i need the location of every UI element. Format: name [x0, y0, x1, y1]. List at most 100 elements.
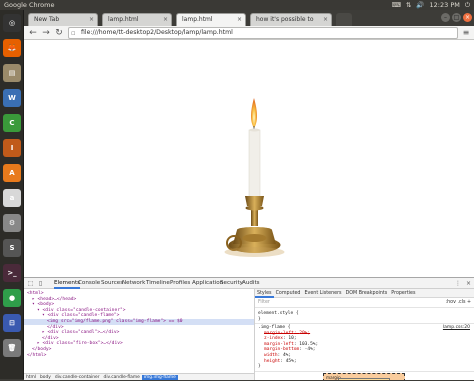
css-property-name: margin-left: [264, 330, 294, 336]
dom-tree[interactable]: <html> ▸ <head>…</head> ▾ <body> ▾ <div cla…: [24, 289, 254, 373]
close-icon[interactable]: ×: [89, 14, 94, 25]
css-property-name: height: [264, 358, 281, 364]
trash-icon[interactable]: 🗑: [3, 339, 21, 357]
system-top-bar: Google Chrome ⌨ ⇅ 🔊 12:23 PM ⏻: [0, 0, 474, 10]
tab-label: how it's possible to: [256, 16, 314, 23]
breadcrumb-item[interactable]: html: [24, 375, 38, 380]
menu-icon[interactable]: ≡: [461, 27, 471, 39]
terminal-icon[interactable]: >_: [3, 264, 21, 282]
close-icon[interactable]: ×: [237, 14, 242, 25]
keyboard-icon[interactable]: ⌨: [392, 0, 401, 10]
breadcrumb-item[interactable]: body: [38, 375, 53, 380]
styles-tab-computed[interactable]: Computed: [274, 291, 303, 296]
close-icon[interactable]: ×: [163, 14, 168, 25]
devtools-tab-timeline[interactable]: Timeline: [146, 278, 170, 289]
settings-icon[interactable]: ⚙: [3, 214, 21, 232]
software-center-icon[interactable]: A: [3, 164, 21, 182]
files-icon[interactable]: ▤: [3, 64, 21, 82]
sublime-icon[interactable]: S: [3, 239, 21, 257]
app-icon[interactable]: ⊟: [3, 314, 21, 332]
box-model-border: [338, 378, 390, 380]
tab-how-possible[interactable]: how it's possible to ×: [250, 13, 332, 26]
divider: [255, 371, 474, 372]
css-property-name: z-index: [264, 336, 283, 342]
styles-tab-properties[interactable]: Properties: [389, 291, 417, 296]
network-icon[interactable]: ⇅: [406, 0, 411, 10]
tab-new-tab[interactable]: New Tab ×: [28, 13, 98, 26]
more-icon[interactable]: ⋮: [455, 278, 461, 289]
maximize-icon[interactable]: □: [452, 13, 461, 22]
rule-source-link[interactable]: lamp.css:20: [443, 325, 470, 330]
device-toolbar-icon[interactable]: ▯: [37, 280, 44, 287]
flame: [251, 98, 257, 132]
active-app-name: Google Chrome: [4, 1, 55, 9]
tab-strip: New Tab × lamp.html × lamp.html × how it's …: [24, 10, 474, 26]
breadcrumb-item[interactable]: div.candle-flame: [102, 375, 142, 380]
styles-filter-input[interactable]: Filter :hov .cls +: [255, 298, 474, 308]
dom-node[interactable]: </html>: [24, 353, 254, 359]
chrome-icon[interactable]: ●: [3, 289, 21, 307]
close-devtools-icon[interactable]: ×: [466, 278, 471, 289]
url-text: file:///home/tt-desktop2/Desktop/lamp/la…: [81, 29, 233, 36]
css-property-name: width: [264, 352, 278, 358]
devtools-tab-profiles[interactable]: Profiles: [170, 278, 190, 289]
page-icon: ▫: [71, 29, 76, 37]
styles-tab-styles[interactable]: Styles: [255, 291, 274, 298]
sound-icon[interactable]: 🔊: [416, 0, 424, 10]
tab-lamp-1[interactable]: lamp.html ×: [102, 13, 172, 26]
system-tray: ⌨ ⇅ 🔊 12:23 PM ⏻: [392, 0, 470, 10]
img-flame-rule[interactable]: .img-flame {margin-left: 20%; z-index: 10…: [258, 325, 318, 370]
divider: [255, 323, 474, 324]
tab-label: New Tab: [34, 16, 60, 23]
page-viewport: [24, 40, 474, 277]
breadcrumb-item[interactable]: img.img-flame: [141, 375, 178, 380]
rule-close: }: [258, 316, 261, 322]
styles-pane: Styles Computed Event Listeners DOM Breakpo…: [254, 289, 474, 380]
devtools-tab-security[interactable]: Security: [220, 278, 243, 289]
styles-tabs: Styles Computed Event Listeners DOM Breakpo…: [255, 289, 474, 298]
css-property-value: 45%: [285, 358, 294, 364]
devtools-tab-application[interactable]: Application: [192, 278, 223, 289]
css-property-name: margin-bottom: [264, 347, 300, 353]
launcher: ◎ 🦊 ▤ W C I Aa ⚙ S >_ ● ⊟ 🗑: [0, 10, 24, 379]
clock[interactable]: 12:23 PM: [430, 0, 460, 10]
firefox-icon[interactable]: 🦊: [3, 39, 21, 57]
tab-label: lamp.html: [182, 16, 213, 23]
element-style-selector: element.style {: [258, 311, 299, 316]
css-property-value: -4%: [304, 347, 313, 353]
close-window-icon[interactable]: ×: [463, 13, 472, 22]
impress-icon[interactable]: I: [3, 139, 21, 157]
devtools-tab-elements[interactable]: Elements: [54, 278, 81, 289]
devtools-tab-audits[interactable]: Audits: [242, 278, 260, 289]
power-icon[interactable]: ⏻: [465, 0, 470, 10]
writer-icon[interactable]: W: [3, 89, 21, 107]
window-controls: – □ ×: [441, 13, 472, 22]
breadcrumb-item[interactable]: div.candle-container: [53, 375, 102, 380]
tab-lamp-2[interactable]: lamp.html ×: [176, 13, 246, 26]
browser-window: New Tab × lamp.html × lamp.html × how it's …: [24, 10, 474, 380]
rule-close: }: [258, 364, 261, 370]
element-style-rule[interactable]: element.style { }: [258, 311, 299, 322]
back-icon[interactable]: ←: [27, 27, 39, 39]
forward-icon[interactable]: →: [40, 27, 52, 39]
devtools-tab-console[interactable]: Console: [78, 278, 100, 289]
dash-home-icon[interactable]: ◎: [3, 14, 21, 32]
address-bar[interactable]: ▫ file:///home/tt-desktop2/Desktop/lamp/…: [68, 27, 458, 39]
inspect-element-icon[interactable]: ⬚: [27, 280, 34, 287]
calc-icon[interactable]: C: [3, 114, 21, 132]
filter-options[interactable]: :hov .cls +: [446, 298, 472, 308]
candle-stick: [248, 128, 261, 199]
reload-icon[interactable]: ↻: [53, 27, 65, 39]
tab-label: lamp.html: [108, 16, 139, 23]
devtools-tab-sources[interactable]: Sources: [101, 278, 123, 289]
candle-holder: [224, 196, 285, 257]
minimize-icon[interactable]: –: [441, 13, 450, 22]
new-tab-button[interactable]: [336, 13, 352, 26]
close-icon[interactable]: ×: [323, 14, 328, 25]
amazon-icon[interactable]: a: [3, 189, 21, 207]
filter-placeholder: Filter: [258, 300, 270, 305]
styles-tab-event-listeners[interactable]: Event Listeners: [302, 291, 343, 296]
devtools-tab-network[interactable]: Network: [122, 278, 145, 289]
browser-toolbar: ← → ↻ ▫ file:///home/tt-desktop2/Desktop…: [24, 26, 474, 40]
styles-tab-dom-breakpoints[interactable]: DOM Breakpoints: [344, 291, 390, 296]
